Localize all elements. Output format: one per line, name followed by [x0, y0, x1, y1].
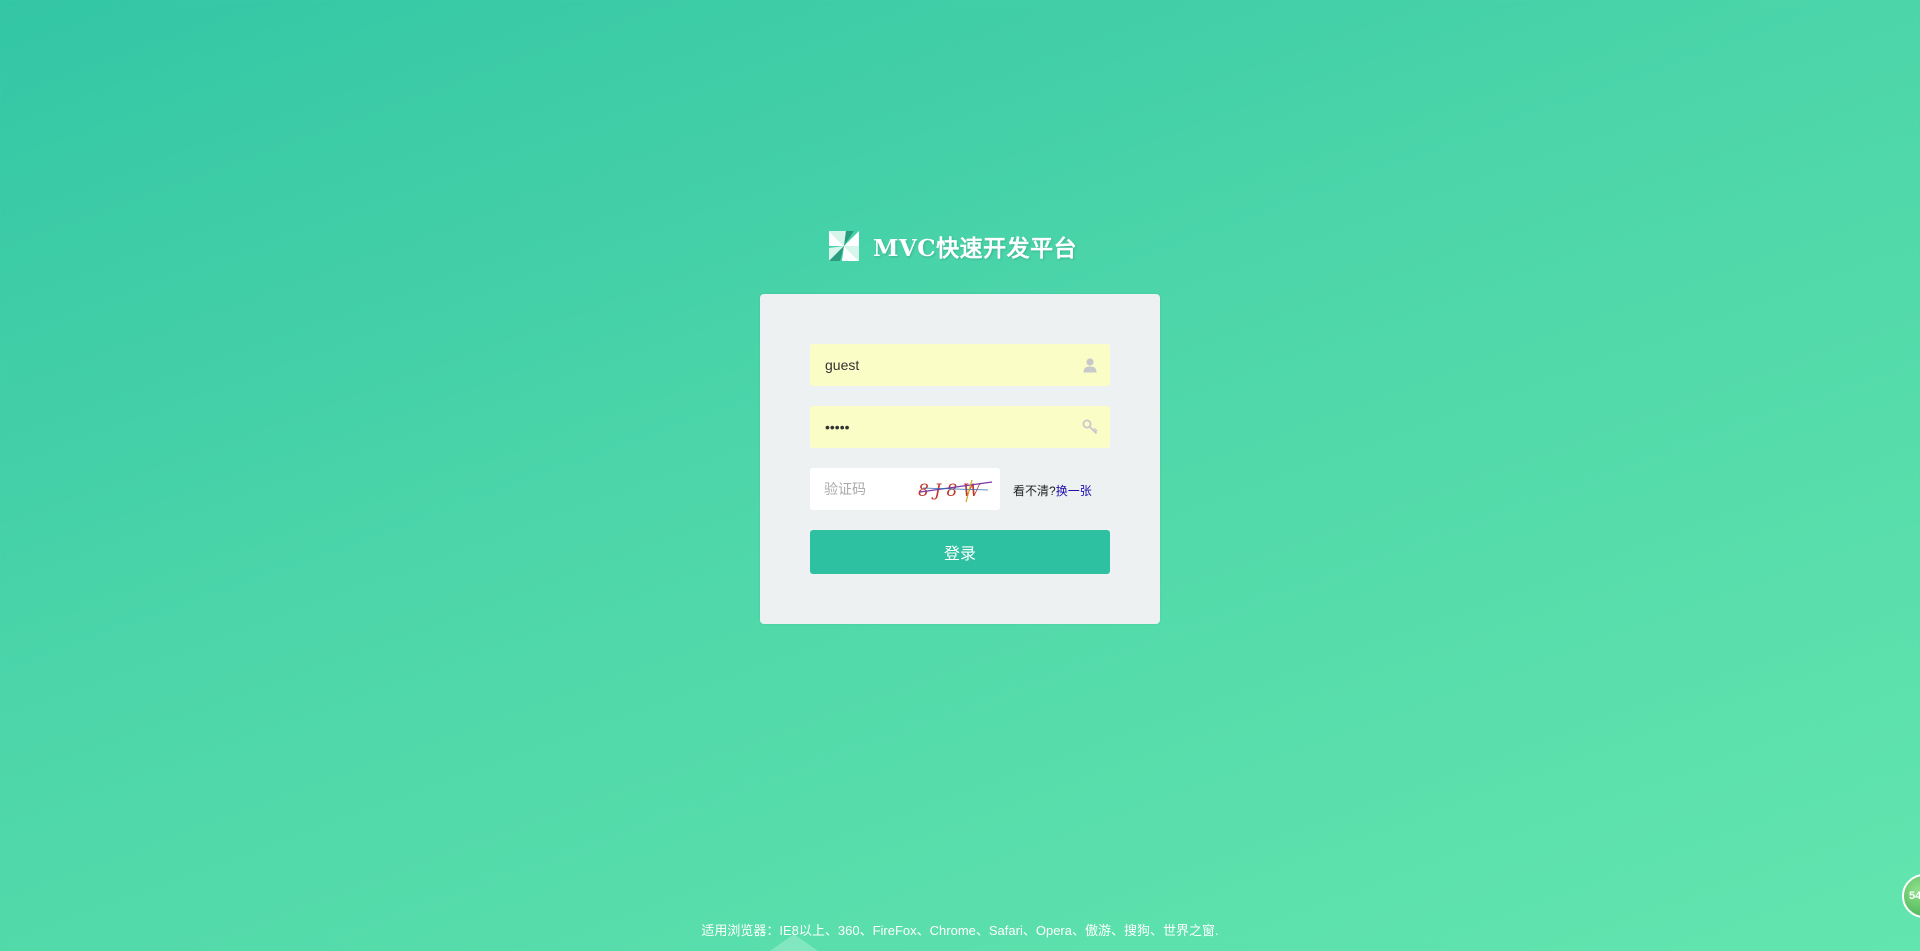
browser-support-note: 适用浏览器：IE8以上、360、FireFox、Chrome、Safari、Op… — [701, 923, 1219, 938]
user-icon — [1083, 358, 1097, 373]
captcha-input[interactable] — [810, 468, 910, 510]
decorative-shape — [770, 934, 818, 951]
captcha-help: 看不清?换一张 — [1013, 482, 1092, 499]
password-input[interactable] — [810, 406, 1110, 448]
captcha-field[interactable]: 8 J 8 W — [810, 468, 1000, 510]
username-field[interactable] — [810, 344, 1110, 386]
captcha-image[interactable]: 8 J 8 W — [918, 474, 996, 504]
username-input[interactable] — [810, 344, 1110, 386]
login-button[interactable]: 登录 — [810, 530, 1110, 574]
key-icon — [1082, 419, 1098, 435]
floating-badge[interactable]: 54 — [1902, 874, 1920, 918]
password-field[interactable] — [810, 406, 1110, 448]
login-card: 8 J 8 W 看不清?换一张 登录 — [760, 294, 1160, 624]
app-title: MVC快速开发平台 — [873, 235, 1078, 262]
captcha-help-text: 看不清? — [1013, 484, 1056, 498]
pinwheel-logo-icon — [829, 231, 859, 261]
app-header: MVC快速开发平台 — [826, 226, 1077, 266]
captcha-refresh-link[interactable]: 换一张 — [1056, 484, 1092, 498]
